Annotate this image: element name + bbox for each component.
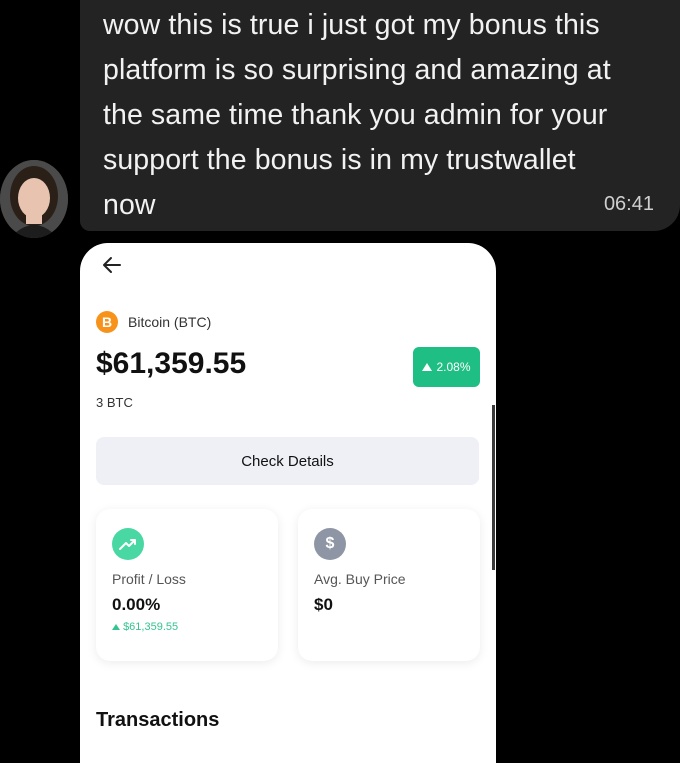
balance-value: $61,359.55 bbox=[96, 347, 247, 380]
triangle-up-icon bbox=[112, 624, 120, 630]
bitcoin-icon: B bbox=[96, 311, 118, 333]
chat-message-text: wow this is true i just got my bonus thi… bbox=[103, 9, 611, 221]
profit-loss-subvalue: $61,359.55 bbox=[112, 621, 178, 633]
profit-loss-value: 0.00% bbox=[112, 595, 161, 614]
back-arrow-icon[interactable] bbox=[100, 253, 124, 277]
profit-loss-amount: $61,359.55 bbox=[123, 621, 179, 633]
check-details-button[interactable]: Check Details bbox=[96, 437, 479, 485]
triangle-up-icon bbox=[422, 363, 433, 371]
avg-buy-price-label: Avg. Buy Price bbox=[314, 571, 406, 587]
dollar-icon: $ bbox=[314, 528, 346, 560]
avg-buy-price-card[interactable]: $ Avg. Buy Price $0 bbox=[298, 509, 480, 661]
trending-up-icon bbox=[112, 528, 144, 560]
holding-amount: 3 BTC bbox=[96, 395, 133, 410]
wallet-screenshot: B Bitcoin (BTC) $61,359.55 2.08% 3 BTC C… bbox=[80, 243, 496, 763]
avatar[interactable] bbox=[0, 160, 68, 238]
avg-buy-price-value: $0 bbox=[314, 595, 333, 614]
avatar-photo-icon bbox=[0, 160, 68, 238]
change-badge: 2.08% bbox=[413, 347, 480, 387]
scrollbar[interactable] bbox=[492, 405, 495, 570]
profit-loss-card[interactable]: Profit / Loss 0.00% $61,359.55 bbox=[96, 509, 278, 661]
coin-header: B Bitcoin (BTC) bbox=[96, 311, 211, 333]
coin-name: Bitcoin (BTC) bbox=[128, 314, 212, 330]
profit-loss-label: Profit / Loss bbox=[112, 571, 186, 587]
transactions-title: Transactions bbox=[96, 709, 220, 731]
change-percent: 2.08% bbox=[436, 360, 471, 374]
